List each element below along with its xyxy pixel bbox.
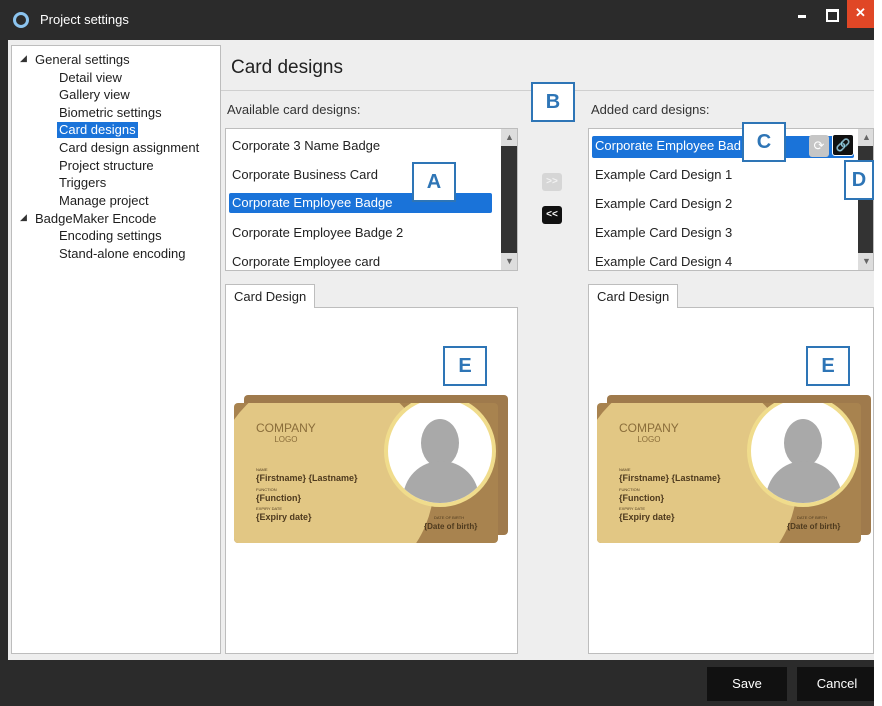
tree-item-encoding-settings[interactable]: Encoding settings [59,228,162,244]
function-field: {Function} [256,493,301,503]
list-item[interactable]: Corporate Business Card [232,166,378,184]
tree-item-triggers[interactable]: Triggers [59,175,106,191]
avatar-body-icon [403,461,479,503]
dob-field: {Date of birth} [787,522,841,531]
card-preview: COMPANY LOGO NAME {Firstname} {Lastname}… [234,395,508,543]
tree-item-gallery-view[interactable]: Gallery view [59,87,130,103]
tree-item-project-structure[interactable]: Project structure [59,158,154,174]
page-title: Card designs [231,57,343,78]
list-item[interactable]: Corporate Employee Badge 2 [232,224,403,242]
avatar-head-icon [784,419,822,467]
scroll-up-icon[interactable]: ▲ [858,129,873,146]
card-preview: COMPANY LOGO NAME {Firstname} {Lastname}… [597,395,871,543]
tree-group-general-settings[interactable]: General settings [35,52,130,68]
expiry-caption: EXPIRY DATE [256,506,283,511]
function-caption: FUNCTION [619,487,640,492]
expiry-field: {Expiry date} [619,512,675,522]
callout-d: D [844,160,874,200]
name-caption: NAME [256,467,268,472]
link-icon[interactable]: 🔗 [832,134,854,156]
added-designs-label: Added card designs: [591,102,710,117]
tree-group-badgemaker-encode[interactable]: BadgeMaker Encode [35,211,156,227]
logo-line1: COMPANY [619,421,679,435]
tab-card-design-right[interactable]: Card Design [588,284,679,308]
collapse-triangle-icon[interactable]: ◢ [20,53,27,64]
list-item[interactable]: Example Card Design 2 [595,195,732,213]
company-logo: COMPANY LOGO [619,421,679,445]
scroll-down-icon[interactable]: ▼ [501,253,517,270]
callout-e-left: E [443,346,487,386]
card-front: COMPANY LOGO NAME {Firstname} {Lastname}… [597,403,861,543]
project-settings-window: Project settings ✕ ◢ General settings De… [0,0,877,706]
logo-line1: COMPANY [256,421,316,435]
name-field: {Firstname} {Lastname} [619,473,721,483]
remove-design-button[interactable]: << [542,206,562,224]
list-item[interactable]: Corporate 3 Name Badge [232,137,380,155]
photo-placeholder [384,403,496,507]
cancel-button[interactable]: Cancel [797,667,877,701]
added-designs-list[interactable]: Corporate Employee Bad ⟳ 🔗 Example Card … [588,128,874,271]
card-front: COMPANY LOGO NAME {Firstname} {Lastname}… [234,403,498,543]
refresh-icon[interactable]: ⟳ [809,135,829,157]
add-design-button[interactable]: >> [542,173,562,191]
tree-item-stand-alone-encoding[interactable]: Stand-alone encoding [59,246,186,262]
logo-line2: LOGO [274,435,298,444]
dob-caption: DATE OF BIRTH [434,515,465,520]
tree-item-card-design-assignment[interactable]: Card design assignment [59,140,199,156]
tab-card-design-left[interactable]: Card Design [225,284,316,308]
expiry-caption: EXPIRY DATE [619,506,646,511]
name-field: {Firstname} {Lastname} [256,473,358,483]
app-ring-icon [13,12,29,28]
dob-caption: DATE OF BIRTH [797,515,828,520]
avatar-body-icon [766,461,842,503]
callout-c: C [742,122,786,162]
company-logo: COMPANY LOGO [256,421,316,445]
logo-line2: LOGO [637,435,661,444]
dob-field: {Date of birth} [424,522,478,531]
avatar-head-icon [421,419,459,467]
available-designs-list[interactable]: Corporate 3 Name Badge Corporate Busines… [225,128,518,271]
tree-item-detail-view[interactable]: Detail view [59,70,122,86]
available-designs-label: Available card designs: [227,102,361,117]
settings-tree: ◢ General settings Detail view Gallery v… [11,45,221,654]
collapse-triangle-icon[interactable]: ◢ [20,212,27,223]
callout-e-right: E [806,346,850,386]
save-button[interactable]: Save [707,667,787,701]
close-button[interactable]: ✕ [847,0,874,28]
callout-a: A [412,162,456,202]
maximize-button[interactable] [818,0,844,28]
window-title: Project settings [40,12,129,27]
scroll-up-icon[interactable]: ▲ [501,129,517,146]
settings-content: ◢ General settings Detail view Gallery v… [8,40,874,660]
list-item[interactable]: Corporate Employee card [232,253,380,270]
callout-b: B [531,82,575,122]
list-item[interactable]: Example Card Design 3 [595,224,732,242]
selected-item-label: Corporate Employee Bad [595,138,741,153]
list-item[interactable]: Example Card Design 4 [595,253,732,270]
scroll-down-icon[interactable]: ▼ [858,253,873,270]
name-caption: NAME [619,467,631,472]
tree-item-card-designs[interactable]: Card designs [57,122,138,138]
list-item[interactable]: Example Card Design 1 [595,166,732,184]
expiry-field: {Expiry date} [256,512,312,522]
page-margin [874,0,882,706]
photo-placeholder [747,403,859,507]
title-bar: Project settings ✕ [0,0,874,40]
available-list-scrollbar[interactable]: ▲ ▼ [501,129,517,270]
tree-item-manage-project[interactable]: Manage project [59,193,149,209]
function-field: {Function} [619,493,664,503]
minimize-button[interactable] [789,0,815,28]
tree-item-biometric-settings[interactable]: Biometric settings [59,105,162,121]
function-caption: FUNCTION [256,487,277,492]
